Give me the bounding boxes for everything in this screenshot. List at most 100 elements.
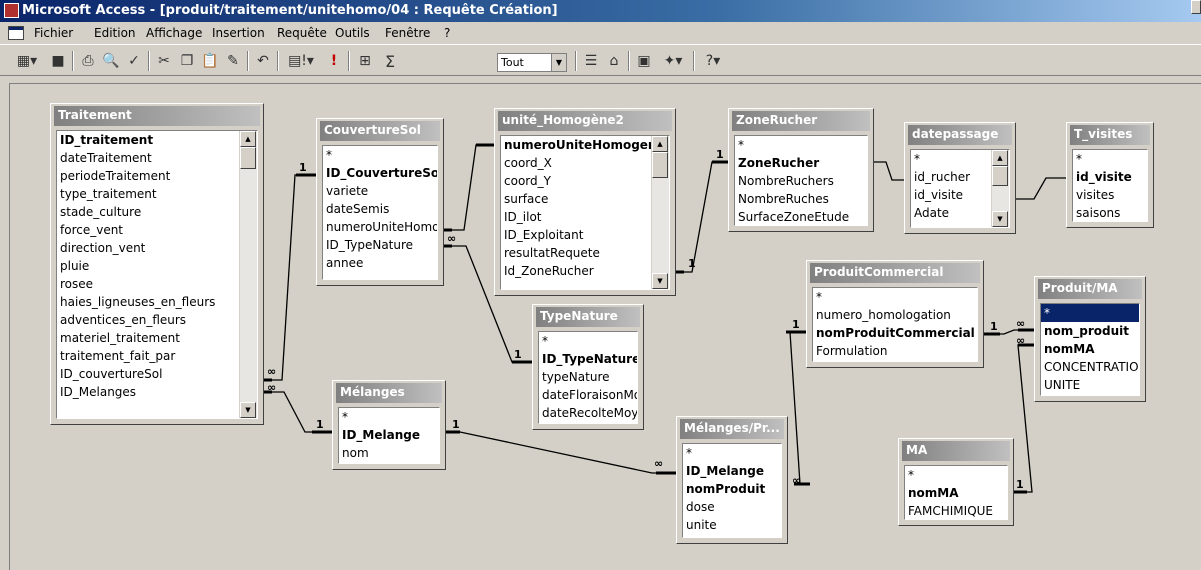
field-item[interactable]: dateTraitement — [57, 149, 257, 167]
field-item[interactable]: ID_Melanges — [57, 383, 257, 401]
field-item[interactable]: ID_couvertureSol — [57, 365, 257, 383]
scrollbar[interactable]: ▲ ▼ — [991, 150, 1009, 227]
field-item[interactable]: ID_ilot — [501, 208, 669, 226]
field-item[interactable]: nomMA — [905, 484, 1007, 502]
table-title[interactable]: T_visites — [1070, 125, 1150, 145]
field-item[interactable]: nomProduitCommercial — [813, 324, 977, 342]
table-title[interactable]: Mélanges — [336, 383, 442, 403]
field-item[interactable]: * — [905, 466, 1007, 484]
field-item[interactable]: * — [1073, 150, 1147, 168]
field-item[interactable]: adventices_en_fleurs — [57, 311, 257, 329]
table-title[interactable]: unité_Homogène2 — [498, 111, 672, 131]
table-title[interactable]: CouvertureSol — [320, 121, 440, 141]
table-title[interactable]: Traitement — [54, 106, 260, 126]
scroll-down-icon[interactable]: ▼ — [652, 273, 668, 289]
table-traitement[interactable]: Traitement ID_traitement dateTraitement … — [50, 103, 264, 425]
field-item[interactable]: numeroUniteHomogene — [501, 136, 669, 154]
field-item[interactable]: * — [813, 288, 977, 306]
field-item[interactable]: resultatRequete — [501, 244, 669, 262]
field-item[interactable]: ID_Melange — [683, 462, 781, 480]
table-couverturesol[interactable]: CouvertureSol * ID_CouvertureSol variete… — [316, 118, 444, 286]
table-ma[interactable]: MA * nomMA FAMCHIMIQUE — [898, 438, 1014, 526]
field-list[interactable]: numeroUniteHomogene coord_X coord_Y surf… — [500, 135, 670, 290]
field-item[interactable]: coord_X — [501, 154, 669, 172]
scroll-thumb[interactable] — [240, 147, 256, 169]
field-item[interactable]: UNITE — [1041, 376, 1139, 394]
field-item[interactable]: ID_CouvertureSol — [323, 164, 437, 182]
field-item[interactable]: materiel_traitement — [57, 329, 257, 347]
field-list[interactable]: * nomMA FAMCHIMIQUE — [904, 465, 1008, 520]
table-datepassage[interactable]: datepassage * id_rucher id_visite Adate … — [904, 122, 1016, 234]
field-item[interactable]: dateFloraisonMoy — [539, 386, 637, 404]
field-list[interactable]: * id_visite visites saisons — [1072, 149, 1148, 222]
field-item[interactable]: surface — [501, 190, 669, 208]
table-title[interactable]: MA — [902, 441, 1010, 461]
field-item[interactable]: typeNature — [539, 368, 637, 386]
field-item[interactable]: ID_TypeNature — [323, 236, 437, 254]
field-list[interactable]: * ID_TypeNature typeNature dateFloraison… — [538, 331, 638, 424]
field-item[interactable]: Id_ZoneRucher — [501, 262, 669, 280]
field-item[interactable]: haies_ligneuses_en_fleurs — [57, 293, 257, 311]
field-item[interactable]: dateRecolteMoye — [539, 404, 637, 422]
scroll-thumb[interactable] — [992, 166, 1008, 186]
field-item[interactable]: numeroUniteHomoge — [323, 218, 437, 236]
table-t-visites[interactable]: T_visites * id_visite visites saisons — [1066, 122, 1154, 228]
field-item[interactable]: CONCENTRATION — [1041, 358, 1139, 376]
table-typenature[interactable]: TypeNature * ID_TypeNature typeNature da… — [532, 304, 644, 430]
table-unite-homogene2[interactable]: unité_Homogène2 numeroUniteHomogene coor… — [494, 108, 676, 296]
field-item[interactable]: NombreRuchers — [735, 172, 867, 190]
field-item[interactable]: nom — [339, 444, 439, 462]
field-item[interactable]: ID_Exploitant — [501, 226, 669, 244]
field-item[interactable]: periodeTraitement — [57, 167, 257, 185]
table-title[interactable]: ProduitCommercial — [810, 263, 980, 283]
field-item[interactable]: numero_homologation — [813, 306, 977, 324]
scroll-up-icon[interactable]: ▲ — [652, 136, 668, 152]
table-produit-ma[interactable]: Produit/MA * nom_produit nomMA CONCENTRA… — [1034, 276, 1146, 402]
field-item[interactable]: id_visite — [1073, 168, 1147, 186]
scroll-up-icon[interactable]: ▲ — [992, 150, 1008, 166]
table-title[interactable]: TypeNature — [536, 307, 640, 327]
field-list[interactable]: * numero_homologation nomProduitCommerci… — [812, 287, 978, 362]
field-item[interactable]: SurfaceZoneEtude — [735, 208, 867, 225]
field-item[interactable]: rosee — [57, 275, 257, 293]
field-item[interactable]: unite — [683, 516, 781, 534]
field-list[interactable]: * ID_Melange nom — [338, 407, 440, 464]
field-item[interactable]: * — [683, 444, 781, 462]
field-item[interactable]: FAMCHIMIQUE — [905, 502, 1007, 519]
scrollbar[interactable]: ▲ ▼ — [239, 131, 257, 418]
field-item[interactable]: nomMA — [1041, 340, 1139, 358]
field-item[interactable]: coord_Y — [501, 172, 669, 190]
scroll-up-icon[interactable]: ▲ — [240, 131, 256, 147]
field-item[interactable]: nomProduit — [683, 480, 781, 498]
field-item[interactable]: dose — [683, 498, 781, 516]
field-item[interactable]: NombreRuches — [735, 190, 867, 208]
field-item[interactable]: dateSemis — [323, 200, 437, 218]
table-title[interactable]: Mélanges/Pr... — [680, 419, 784, 439]
scrollbar[interactable]: ▲ ▼ — [651, 136, 669, 289]
table-produitcommercial[interactable]: ProduitCommercial * numero_homologation … — [806, 260, 984, 368]
field-list[interactable]: * ID_Melange nomProduit dose unite — [682, 443, 782, 538]
field-item[interactable]: saisons — [1073, 204, 1147, 221]
field-item[interactable]: nom_produit — [1041, 322, 1139, 340]
field-item[interactable]: * — [539, 332, 637, 350]
field-item[interactable]: direction_vent — [57, 239, 257, 257]
scroll-thumb[interactable] — [652, 152, 668, 178]
table-melanges[interactable]: Mélanges * ID_Melange nom — [332, 380, 446, 470]
field-item[interactable]: * — [339, 408, 439, 426]
field-item[interactable]: ID_TypeNature — [539, 350, 637, 368]
field-item[interactable]: variete — [323, 182, 437, 200]
field-item[interactable]: traitement_fait_par — [57, 347, 257, 365]
field-item[interactable]: type_traitement — [57, 185, 257, 203]
table-title[interactable]: Produit/MA — [1038, 279, 1142, 299]
field-item[interactable]: annee — [323, 254, 437, 272]
scroll-down-icon[interactable]: ▼ — [240, 402, 256, 418]
field-list[interactable]: ID_traitement dateTraitement periodeTrai… — [56, 130, 258, 419]
field-list[interactable]: * nom_produit nomMA CONCENTRATION UNITE — [1040, 303, 1140, 396]
field-item[interactable]: * — [323, 146, 437, 164]
field-list[interactable]: * ZoneRucher NombreRuchers NombreRuches … — [734, 135, 868, 226]
field-list[interactable]: * id_rucher id_visite Adate ▲ ▼ — [910, 149, 1010, 228]
table-zonerucher[interactable]: ZoneRucher * ZoneRucher NombreRuchers No… — [728, 108, 874, 232]
field-item[interactable]: ID_traitement — [57, 131, 257, 149]
field-item[interactable]: force_vent — [57, 221, 257, 239]
table-title[interactable]: ZoneRucher — [732, 111, 870, 131]
